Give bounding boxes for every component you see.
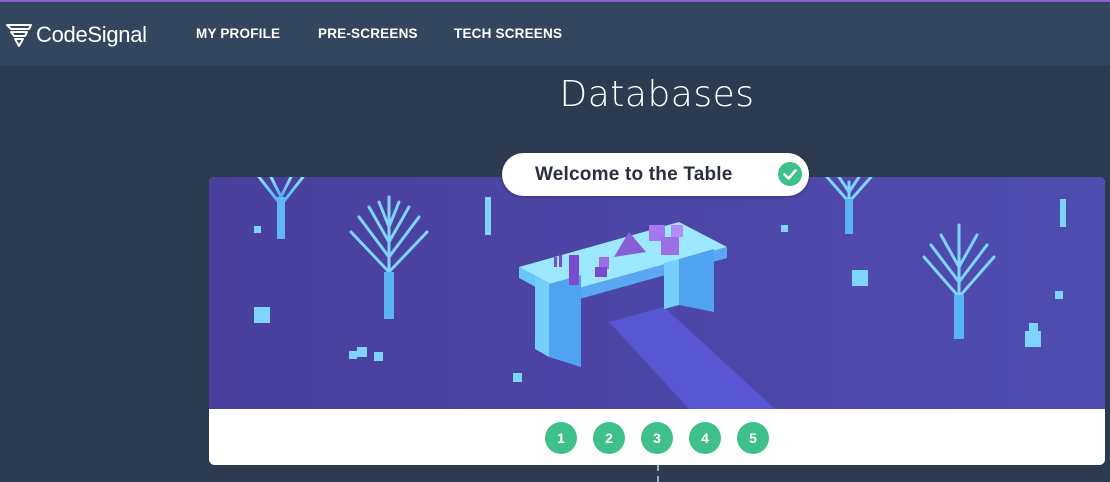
top-navbar: CodeSignal MY PROFILE PRE-SCREENS TECH S… xyxy=(0,2,1110,66)
nav-pre-screens[interactable]: PRE-SCREENS xyxy=(318,26,418,41)
step-1-button[interactable]: 1 xyxy=(545,422,577,454)
step-2-button[interactable]: 2 xyxy=(593,422,625,454)
topic-illustration xyxy=(209,177,1105,409)
nav-my-profile[interactable]: MY PROFILE xyxy=(196,26,280,41)
step-5-button[interactable]: 5 xyxy=(737,422,769,454)
step-3-button[interactable]: 3 xyxy=(641,422,673,454)
page-title: Databases xyxy=(559,74,755,115)
topic-card: 1 2 3 4 5 xyxy=(209,177,1105,465)
check-circle-icon xyxy=(778,162,802,186)
step-4-button[interactable]: 4 xyxy=(689,422,721,454)
brand-name: CodeSignal xyxy=(36,22,147,47)
current-topic-pill[interactable]: Welcome to the Table xyxy=(502,153,809,196)
current-topic-label: Welcome to the Table xyxy=(535,164,733,185)
step-indicator: 1 2 3 4 5 xyxy=(209,409,1105,465)
path-connector xyxy=(657,465,659,482)
brand-logo[interactable]: CodeSignal xyxy=(6,21,147,49)
codesignal-logo-icon xyxy=(6,24,32,47)
nav-tech-screens[interactable]: TECH SCREENS xyxy=(454,26,562,41)
